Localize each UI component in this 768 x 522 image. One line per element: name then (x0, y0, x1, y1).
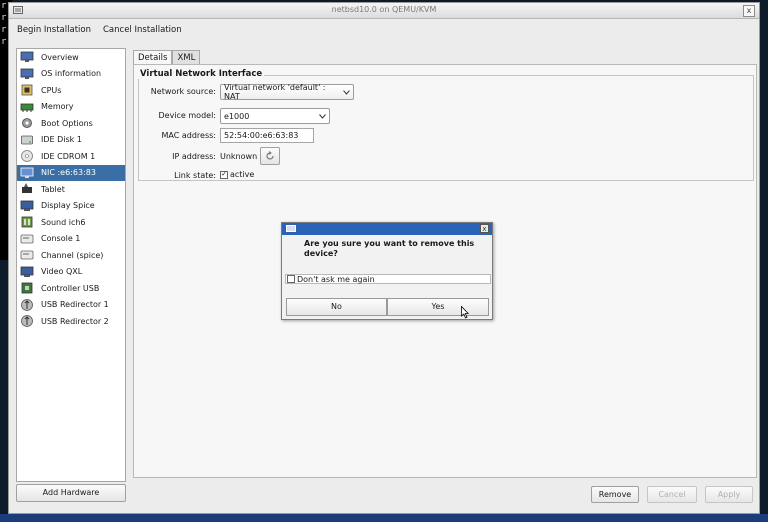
dialog-message: Are you sure you want to remove this dev… (304, 239, 475, 258)
sidebar-item-label: CPUs (41, 85, 62, 95)
device-model-combo[interactable]: e1000 (220, 108, 330, 124)
monitor-icon (20, 68, 34, 79)
hardware-list: Overview OS information CPUs Memory Boot Opt… (16, 48, 126, 482)
window-close-button[interactable]: x (743, 5, 755, 17)
sidebar-item-gear[interactable]: Boot Options (17, 115, 125, 132)
remove-button[interactable]: Remove (591, 486, 639, 503)
dialog-close-button[interactable]: x (480, 224, 489, 233)
cancel-button[interactable]: Cancel (647, 486, 697, 503)
dont-ask-again-label: Don't ask me again (297, 274, 375, 284)
link-state-toggle[interactable]: ✓ active (220, 170, 254, 179)
sidebar-item-console[interactable]: Console 1 (17, 231, 125, 248)
sidebar-item-label: Memory (41, 102, 74, 112)
sidebar-item-label: USB Redirector 2 (41, 316, 109, 326)
sidebar-item-console[interactable]: Channel (spice) (17, 247, 125, 264)
sidebar-item-label: OS information (41, 69, 102, 79)
sidebar-item-display[interactable]: Video QXL (17, 264, 125, 281)
sidebar-item-label: Console 1 (41, 234, 81, 244)
sidebar-item-label: Sound ich6 (41, 217, 86, 227)
mac-address-field[interactable]: 52:54:00:e6:63:83 (220, 128, 314, 143)
chevron-down-icon (343, 89, 350, 95)
ip-address-label: IP address: (172, 152, 216, 161)
sidebar-item-network[interactable]: NIC :e6:63:83 (17, 164, 125, 181)
sidebar-item-label: Display Spice (41, 201, 95, 211)
sidebar-item-cdrom[interactable]: IDE CDROM 1 (17, 148, 125, 165)
tablet-icon (22, 183, 32, 194)
dont-ask-again-checkbox[interactable]: Don't ask me again (285, 274, 491, 284)
link-state-checkbox[interactable]: ✓ (220, 170, 228, 179)
tab-bar: Details XML (133, 50, 201, 65)
sidebar-item-label: Controller USB (41, 283, 100, 293)
display-icon (20, 200, 34, 211)
network-source-value: Virtual network 'default' : NAT (224, 83, 326, 101)
disk-icon (21, 135, 33, 145)
network-source-combo[interactable]: Virtual network 'default' : NAT (220, 83, 354, 101)
mouse-pointer-icon (461, 306, 469, 319)
add-hardware-button[interactable]: Add Hardware (16, 484, 126, 502)
ip-address-value: Unknown (220, 152, 258, 161)
sidebar-item-label: NIC :e6:63:83 (41, 168, 96, 178)
sidebar-item-monitor[interactable]: OS information (17, 66, 125, 83)
sidebar-item-usb[interactable]: USB Redirector 1 (17, 297, 125, 314)
memory-icon (20, 103, 34, 112)
desktop-background (0, 514, 768, 522)
section-title: Virtual Network Interface (138, 69, 265, 79)
usb-icon (21, 298, 33, 311)
mac-address-label: MAC address: (161, 131, 217, 140)
window-title: netbsd10.0 on QEMU/KVM (331, 5, 437, 14)
sidebar-item-label: IDE CDROM 1 (41, 151, 96, 161)
sidebar-item-usb[interactable]: USB Redirector 2 (17, 313, 125, 330)
console-icon (20, 234, 34, 244)
dialog-titlebar[interactable]: x (282, 223, 492, 235)
yes-button[interactable]: Yes (387, 298, 489, 316)
sidebar-item-label: Overview (41, 52, 79, 62)
sidebar-item-label: Tablet (41, 184, 65, 194)
sidebar-item-monitor[interactable]: Overview (17, 49, 125, 66)
sidebar-item-label: USB Redirector 1 (41, 300, 109, 310)
no-button[interactable]: No (286, 298, 387, 316)
menubar: Begin Installation Cancel Installation (9, 19, 759, 41)
tab-xml[interactable]: XML (172, 50, 201, 65)
display-icon (20, 266, 34, 277)
window-menu-icon[interactable] (286, 225, 296, 232)
link-state-value: active (230, 170, 255, 179)
cdrom-icon (21, 150, 33, 163)
sidebar-item-cpu[interactable]: CPUs (17, 82, 125, 99)
gear-icon (22, 118, 32, 129)
apply-button[interactable]: Apply (705, 486, 753, 503)
refresh-ip-button[interactable] (260, 147, 280, 165)
controller-icon (21, 282, 33, 294)
link-state-label: Link state: (174, 171, 216, 180)
network-source-label: Network source: (150, 87, 216, 96)
chevron-down-icon (319, 113, 326, 119)
cancel-installation-button[interactable]: Cancel Installation (103, 23, 182, 37)
sidebar-item-label: IDE Disk 1 (41, 135, 82, 145)
cpu-icon (21, 84, 33, 96)
refresh-icon (266, 151, 274, 160)
device-model-label: Device model: (158, 111, 216, 120)
network-icon (20, 167, 34, 178)
dont-ask-checkbox-box[interactable] (287, 275, 295, 283)
tab-details[interactable]: Details (133, 50, 173, 65)
sidebar-item-memory[interactable]: Memory (17, 99, 125, 116)
monitor-icon (20, 51, 34, 63)
sidebar-item-controller[interactable]: Controller USB (17, 280, 125, 297)
mac-address-value: 52:54:00:e6:63:83 (224, 131, 299, 140)
begin-installation-button[interactable]: Begin Installation (17, 23, 91, 37)
sidebar-item-tablet[interactable]: Tablet (17, 181, 125, 198)
sidebar-item-sound[interactable]: Sound ich6 (17, 214, 125, 231)
sidebar-item-label: Boot Options (41, 118, 93, 128)
sidebar-item-display[interactable]: Display Spice (17, 198, 125, 215)
device-model-value: e1000 (224, 111, 250, 121)
usb-icon (21, 315, 33, 328)
console-icon (20, 250, 34, 260)
sound-icon (21, 216, 33, 228)
sidebar-item-label: Channel (spice) (41, 250, 104, 260)
sidebar-item-disk[interactable]: IDE Disk 1 (17, 132, 125, 149)
sidebar-item-label: Video QXL (41, 267, 83, 277)
window-titlebar[interactable]: netbsd10.0 on QEMU/KVM x (9, 3, 759, 19)
